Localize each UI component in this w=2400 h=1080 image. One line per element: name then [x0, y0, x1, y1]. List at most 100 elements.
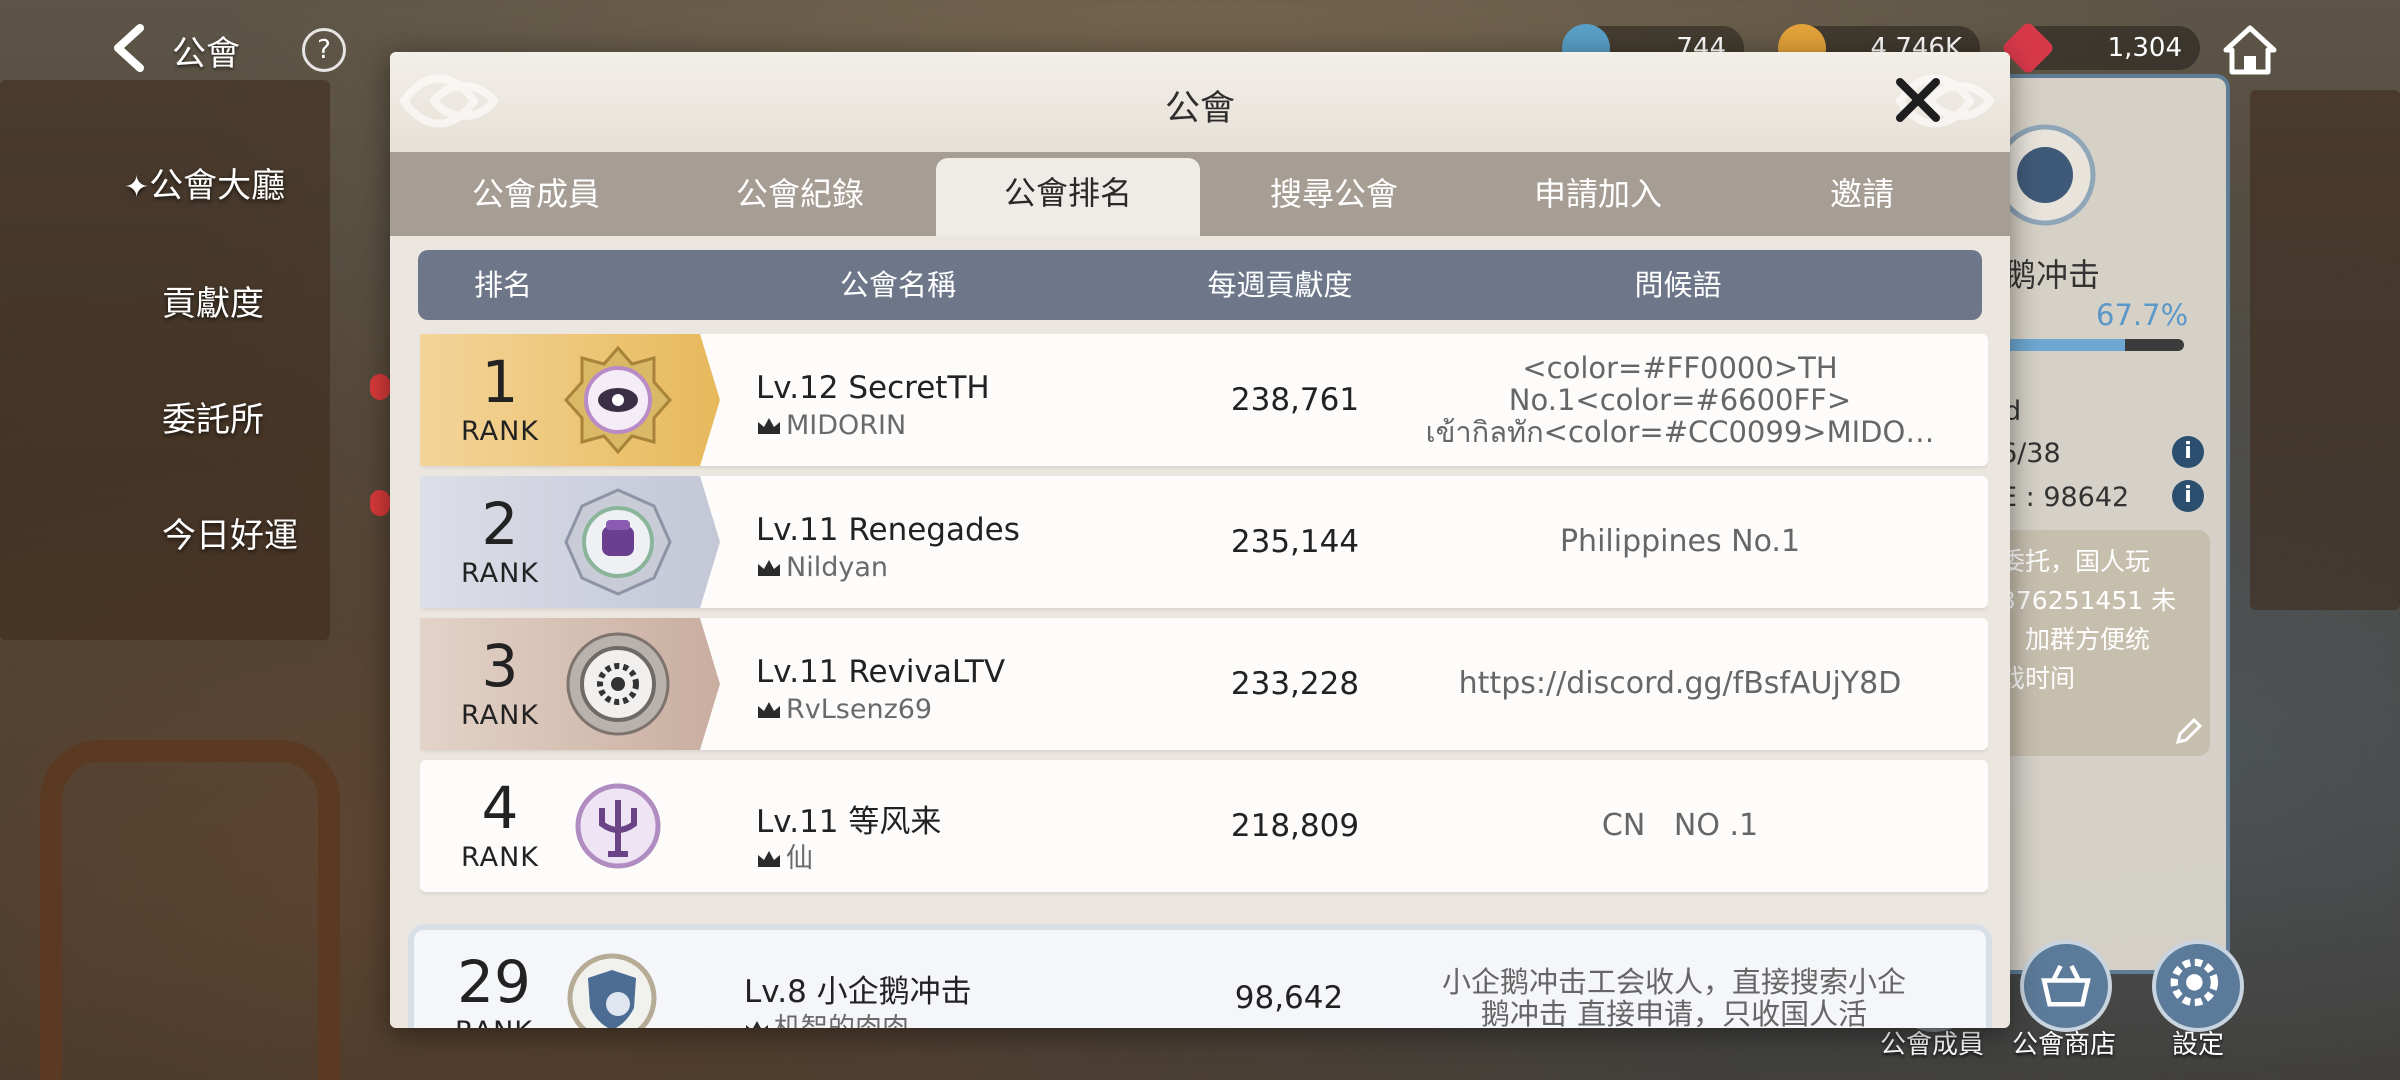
sidebar-item-label: 貢獻度: [162, 284, 264, 324]
guild-name: Lv.12 SecretTH: [756, 370, 990, 406]
guild-leader-name: Nildyan: [786, 552, 888, 583]
tab-invite[interactable]: 邀請: [1736, 152, 1988, 236]
greeting-line: https://discord.gg/fBsfAUjY8D: [1458, 666, 1902, 701]
greeting-line: เข้ากิลทัก<color=#CC0099>MIDO…: [1425, 415, 1935, 449]
guild-name: Lv.11 Renegades: [756, 512, 1020, 548]
info-icon[interactable]: i: [2172, 480, 2204, 512]
guild-leader: 仙: [756, 836, 813, 875]
crown-icon: [758, 702, 780, 718]
greeting-line: CN NO .1: [1601, 808, 1759, 843]
ranking-row[interactable]: 1 RANK Lv.12 SecretTH MIDORIN 238,761 <c…: [420, 334, 1988, 466]
guild-greeting: https://discord.gg/fBsfAUjY8D: [1420, 618, 1940, 750]
background-shelf-right: [2250, 90, 2400, 610]
tab-guild-ranking[interactable]: 公會排名: [936, 158, 1200, 236]
basket-icon: [2041, 964, 2091, 1007]
greeting-line: 小企鹅冲击工会收人，直接搜索小企: [1441, 965, 1906, 999]
guild-greeting: CN NO .1: [1420, 760, 1940, 892]
weekly-contribution: 218,809: [1230, 808, 1360, 844]
column-greeting: 問候語: [1634, 268, 1722, 302]
guild-leader-name: 机智的肉肉: [774, 1013, 909, 1028]
guild-members-label: 公會成員: [1880, 1030, 1985, 1060]
ranking-table-header: 排名 公會名稱 每週貢獻度 問候語: [418, 250, 1982, 320]
column-rank: 排名: [473, 268, 532, 302]
greeting-line: 委托，国人玩: [2000, 547, 2151, 576]
guild-shop-button[interactable]: [2020, 940, 2112, 1032]
back-arrow-icon[interactable]: [108, 22, 156, 74]
greeting-line: 鹅冲击 直接申请，只收国人活: [1480, 997, 1868, 1028]
notification-badge: [370, 374, 390, 400]
guild-leader-name: MIDORIN: [786, 410, 907, 441]
trident-icon: [575, 783, 661, 869]
close-icon[interactable]: [1890, 72, 1946, 128]
sidebar-item-daily-luck[interactable]: 今日好運: [162, 508, 298, 557]
ranking-row[interactable]: 2 RANK Lv.11 Renegades Nildyan 235,144 P…: [420, 476, 1988, 608]
sidebar-item-guild-hall[interactable]: ✦公會大廳: [124, 158, 285, 207]
guild-leader: 机智的肉肉: [744, 1006, 909, 1028]
greeting-line: No.1<color=#6600FF>: [1508, 383, 1852, 417]
ranking-list[interactable]: 1 RANK Lv.12 SecretTH MIDORIN 238,761 <c…: [420, 334, 1988, 912]
edit-pencil-icon[interactable]: [2172, 716, 2204, 748]
greeting-line: 戏时间: [2000, 664, 2076, 693]
weekly-contribution: 238,761: [1230, 382, 1360, 418]
rank-label: RANK: [460, 700, 540, 731]
eye-icon: [563, 345, 673, 455]
crown-icon: [746, 1021, 768, 1028]
info-icon[interactable]: i: [2172, 436, 2204, 468]
tab-search-guild[interactable]: 搜尋公會: [1208, 152, 1460, 236]
guild-greeting: <color=#FF0000>TH No.1<color=#6600FF> เข…: [1420, 334, 1940, 466]
gear-icon: [2170, 958, 2219, 1007]
crown-icon: [758, 560, 780, 576]
crown-icon: [758, 851, 780, 867]
column-guild-name: 公會名稱: [839, 268, 956, 302]
guild-leader-name: RvLsenz69: [786, 694, 933, 725]
help-icon[interactable]: ?: [302, 28, 346, 72]
gem-display: 1,304: [2000, 20, 2200, 76]
tab-guild-members[interactable]: 公會成員: [410, 152, 662, 236]
guild-progress-fill: [2000, 339, 2125, 351]
guild-leader: MIDORIN: [756, 410, 906, 441]
ranking-row[interactable]: 4 RANK Lv.11 等风来 仙 218,809 CN NO .1: [420, 760, 1988, 892]
sidebar-item-commission[interactable]: 委託所: [162, 392, 264, 441]
sidebar-item-label: 今日好運: [162, 516, 298, 556]
rank-number: 2: [481, 490, 519, 558]
dialog-header: 公會: [390, 52, 2010, 152]
shield-icon: [567, 953, 657, 1028]
rank-number: 3: [481, 632, 519, 700]
rank-label: RANK: [460, 416, 540, 447]
dialog-title: 公會: [1164, 89, 1235, 129]
guild-name: Lv.8 小企鹅冲击: [744, 974, 972, 1010]
tab-apply-join[interactable]: 申請加入: [1472, 152, 1724, 236]
gear-icon: [566, 632, 670, 736]
rank-number: 4: [481, 774, 519, 842]
guild-ranking-dialog: 公會 公會成員 公會紀錄 公會排名 搜尋公會 申請加入 邀請 排名 公會名稱 每…: [390, 52, 2010, 1028]
rank-number: 29: [457, 948, 531, 1016]
background-chair: [40, 740, 340, 1080]
greeting-line: Philippines No.1: [1559, 524, 1801, 559]
guild-name: Lv.11 等风来: [756, 804, 942, 840]
rank-label: RANK: [414, 1016, 574, 1028]
rank-label: RANK: [460, 842, 540, 873]
settings-button[interactable]: [2152, 940, 2244, 1032]
guild-greeting: 小企鹅冲击工会收人，直接搜索小企 鹅冲击 直接申请，只收国人活: [1414, 930, 1934, 1028]
my-guild-row[interactable]: 29 RANK Lv.8 小企鹅冲击 机智的肉肉 98,642 小企鹅冲击工会收…: [414, 930, 1986, 1028]
guild-contribution: E : 98642: [2000, 482, 2130, 513]
guild-leader: Nildyan: [756, 552, 888, 583]
home-icon[interactable]: [2222, 24, 2278, 76]
sidebar-item-contribution[interactable]: 貢獻度: [162, 276, 264, 325]
greeting-line: 376251451 未: [2000, 586, 2177, 615]
rank-label: RANK: [460, 558, 540, 589]
guild-progress-percent: 67.7%: [2096, 298, 2189, 332]
column-weekly-contribution: 每週貢獻度: [1207, 268, 1353, 302]
crown-icon: [758, 418, 780, 434]
sidebar-item-label: 委託所: [162, 400, 264, 440]
sidebar-item-label: 公會大廳: [149, 166, 286, 206]
guild-name-partial: 鹅冲击: [2004, 256, 2101, 294]
fist-icon: [564, 488, 672, 596]
weekly-contribution: 235,144: [1230, 524, 1360, 560]
guild-progress-bar: [2000, 339, 2184, 351]
greeting-line: <color=#FF0000>TH: [1522, 351, 1838, 385]
notification-badge: [370, 490, 390, 516]
guild-leader-name: 仙: [786, 843, 813, 874]
ranking-row[interactable]: 3 RANK Lv.11 RevivaLTV RvLsenz69 233,228…: [420, 618, 1988, 750]
tab-guild-log[interactable]: 公會紀錄: [674, 152, 926, 236]
